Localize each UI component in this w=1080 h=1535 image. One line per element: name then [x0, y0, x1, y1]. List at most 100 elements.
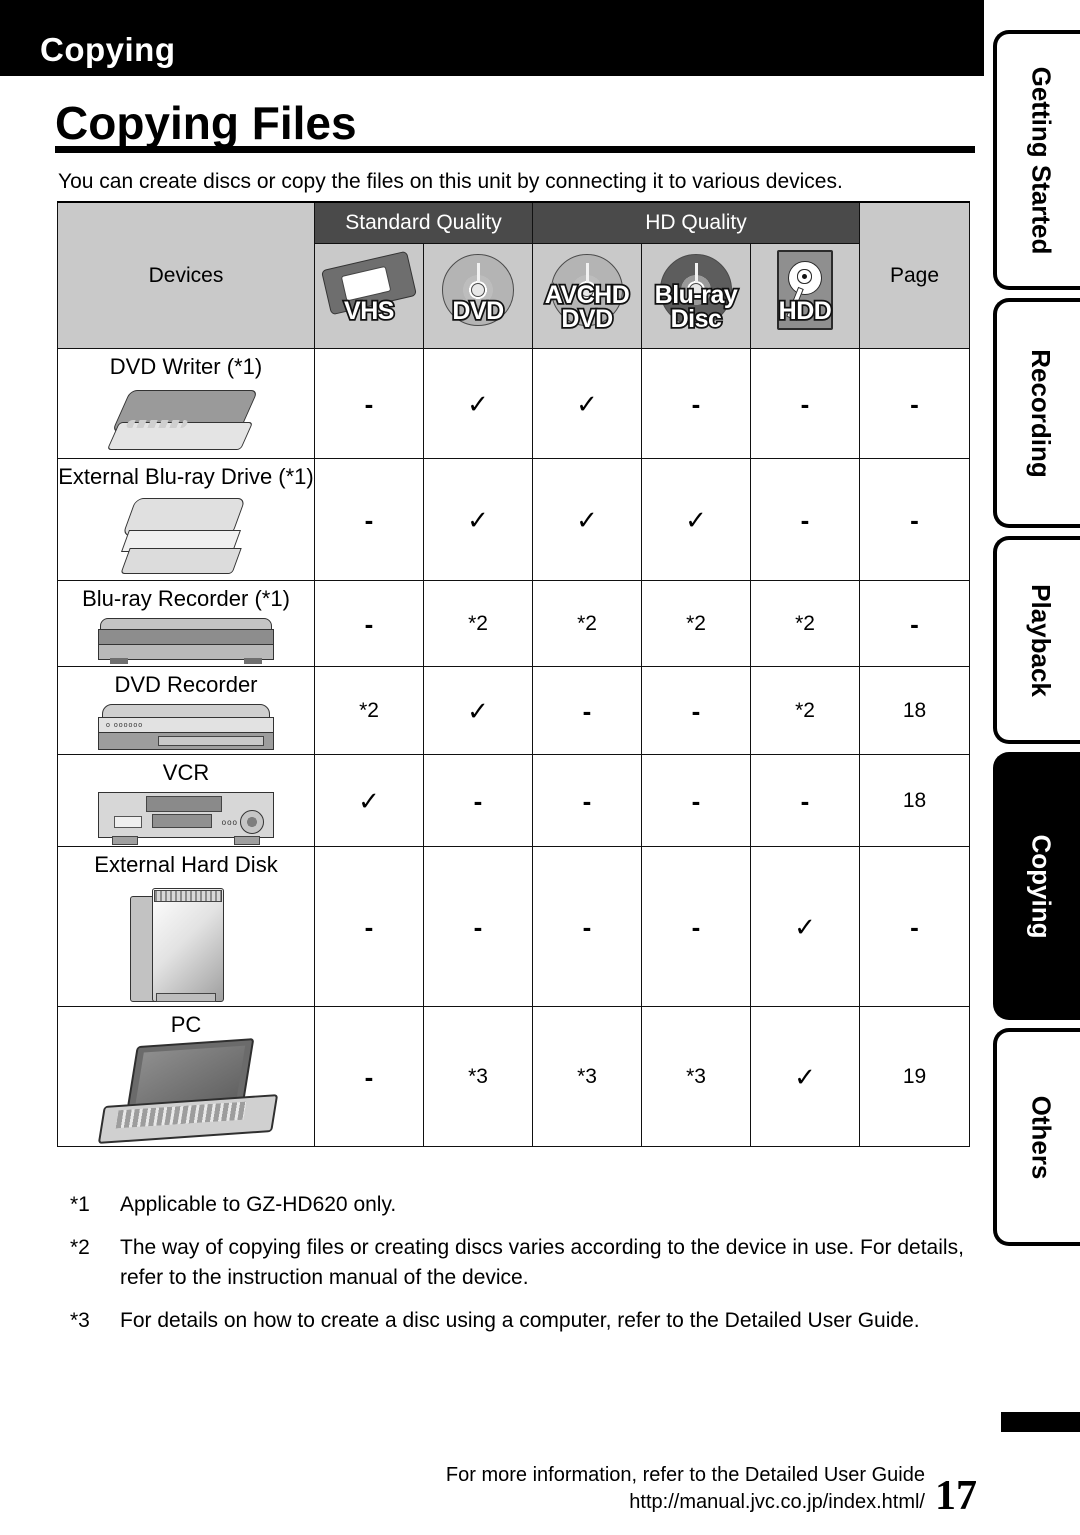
table-row: Blu-ray Recorder (*1) - *2 *2 *2 *2 -: [57, 580, 971, 667]
tab-label: Recording: [1026, 348, 1057, 478]
device-name: Blu-ray Recorder (*1): [82, 586, 290, 611]
external-hard-disk-icon: [58, 882, 314, 1006]
cell-page: 18: [859, 666, 971, 755]
cell-vhs: -: [314, 1006, 424, 1147]
header-hd-quality: HD Quality: [531, 201, 861, 244]
cell-bluray-disc: -: [641, 846, 751, 1007]
cell-avchd-dvd: *3: [532, 1006, 642, 1147]
cell-bluray-disc: -: [641, 348, 751, 459]
footnote-text: For details on how to create a disc usin…: [120, 1309, 920, 1332]
tab-label: Copying: [1026, 834, 1056, 938]
cell-page: 19: [859, 1006, 971, 1147]
sidebar-tab-recording[interactable]: Recording: [993, 298, 1080, 528]
cell-bluray-disc: *3: [641, 1006, 751, 1147]
device-cell-external-bluray-drive: External Blu-ray Drive (*1): [57, 458, 315, 581]
footnote-text: The way of copying files or creating dis…: [120, 1236, 964, 1289]
cell-hdd: *2: [749, 580, 861, 667]
dvd-recorder-icon: o oooooo: [58, 702, 314, 754]
cell-page: -: [859, 348, 971, 459]
header-devices: Devices: [57, 201, 315, 349]
footnote-text: Applicable to GZ-HD620 only.: [120, 1193, 397, 1216]
cell-avchd-dvd: -: [532, 666, 642, 755]
sidebar-tab-copying[interactable]: Copying: [993, 752, 1080, 1020]
dvd-writer-icon: [58, 384, 314, 458]
device-cell-dvd-recorder: DVD Recorder o oooooo: [57, 666, 315, 755]
table-row: VCR ooo ✓ - - - - 18: [57, 754, 971, 847]
cell-bluray-disc: ✓: [641, 458, 751, 581]
device-compatibility-table: Devices Standard Quality HD Quality Page…: [57, 201, 971, 1147]
media-label-hdd: HDD: [777, 296, 834, 325]
device-cell-vcr: VCR ooo: [57, 754, 315, 847]
cell-dvd: *2: [423, 580, 533, 667]
device-name: DVD Writer (*1): [109, 354, 263, 379]
footnote-marker: *2: [70, 1236, 90, 1259]
media-label-bluray-disc: Blu-ray Disc: [653, 281, 740, 334]
cell-dvd: ✓: [423, 666, 533, 755]
cell-dvd: ✓: [423, 458, 533, 581]
cell-bluray-disc: -: [641, 754, 751, 847]
table-group-header-row: Devices Standard Quality HD Quality Page: [57, 201, 971, 349]
media-label-vhs: VHS: [342, 296, 396, 325]
media-column-vhs: VHS: [314, 243, 424, 349]
page-footer: For more information, refer to the Detai…: [380, 1462, 925, 1516]
footer-url: http://manual.jvc.co.jp/index.html/: [629, 1491, 925, 1513]
footer-line-1: For more information, refer to the Detai…: [445, 1464, 925, 1486]
device-name: External Hard Disk: [94, 852, 278, 877]
cell-vhs: ✓: [314, 754, 424, 847]
cell-avchd-dvd: -: [532, 846, 642, 1007]
bluray-recorder-icon: [58, 616, 314, 666]
page-number: 17: [935, 1473, 977, 1519]
cell-dvd: ✓: [423, 348, 533, 459]
section-tab-rail: Getting Started Recording Playback Copyi…: [993, 30, 1080, 1254]
cell-hdd: -: [749, 754, 861, 847]
header-standard-quality: Standard Quality: [314, 201, 533, 244]
sidebar-tab-getting-started[interactable]: Getting Started: [993, 30, 1080, 290]
table-row: DVD Recorder o oooooo *2 ✓ - - *2 18: [57, 666, 971, 755]
tab-label: Playback: [1026, 583, 1056, 697]
footnotes: *1 Applicable to GZ-HD620 only. *2 The w…: [70, 1190, 980, 1349]
tab-label: Getting Started: [1026, 66, 1057, 254]
media-label-avchd-dvd: AVCHD DVD: [543, 281, 632, 334]
cell-avchd-dvd: -: [532, 754, 642, 847]
table-row: External Blu-ray Drive (*1) - ✓ ✓ ✓ - -: [57, 458, 971, 581]
media-column-hdd: HDD: [749, 243, 861, 349]
footnote-marker: *1: [70, 1193, 90, 1216]
sidebar-tab-playback[interactable]: Playback: [993, 536, 1080, 744]
device-cell-dvd-writer: DVD Writer (*1): [57, 348, 315, 459]
table-row: DVD Writer (*1) - ✓ ✓ - - -: [57, 348, 971, 459]
page-title: Copying Files: [55, 97, 357, 149]
media-column-dvd: DVD: [423, 243, 533, 349]
cell-hdd: ✓: [749, 846, 861, 1007]
cell-dvd: -: [423, 846, 533, 1007]
device-name: PC: [170, 1012, 202, 1037]
device-cell-bluray-recorder: Blu-ray Recorder (*1): [57, 580, 315, 667]
cell-hdd: -: [749, 348, 861, 459]
footnote-3: *3 For details on how to create a disc u…: [70, 1306, 980, 1336]
media-column-bluray-disc: Blu-ray Disc: [641, 243, 751, 349]
cell-hdd: *2: [749, 666, 861, 755]
pc-laptop-icon: [58, 1038, 314, 1146]
section-header-band: Copying: [0, 0, 984, 76]
tab-label: Others: [1026, 1095, 1056, 1179]
cell-dvd: -: [423, 754, 533, 847]
external-bluray-drive-icon: [58, 494, 314, 580]
table-row: PC - *3 *3 *3 ✓ 19: [57, 1006, 971, 1147]
cell-vhs: -: [314, 348, 424, 459]
cell-avchd-dvd: ✓: [532, 458, 642, 581]
footnote-1: *1 Applicable to GZ-HD620 only.: [70, 1190, 980, 1220]
device-name: VCR: [162, 760, 210, 785]
cell-avchd-dvd: *2: [532, 580, 642, 667]
cell-vhs: -: [314, 846, 424, 1007]
cell-hdd: -: [749, 458, 861, 581]
header-page: Page: [859, 201, 971, 349]
cell-dvd: *3: [423, 1006, 533, 1147]
intro-paragraph: You can create discs or copy the files o…: [58, 170, 843, 193]
footnote-marker: *3: [70, 1309, 90, 1332]
media-column-avchd-dvd: AVCHD DVD: [532, 243, 642, 349]
device-cell-external-hard-disk: External Hard Disk: [57, 846, 315, 1007]
sidebar-tab-others[interactable]: Others: [993, 1028, 1080, 1246]
cell-page: -: [859, 458, 971, 581]
cell-page: -: [859, 580, 971, 667]
cell-bluray-disc: -: [641, 666, 751, 755]
vcr-icon: ooo: [58, 790, 314, 846]
